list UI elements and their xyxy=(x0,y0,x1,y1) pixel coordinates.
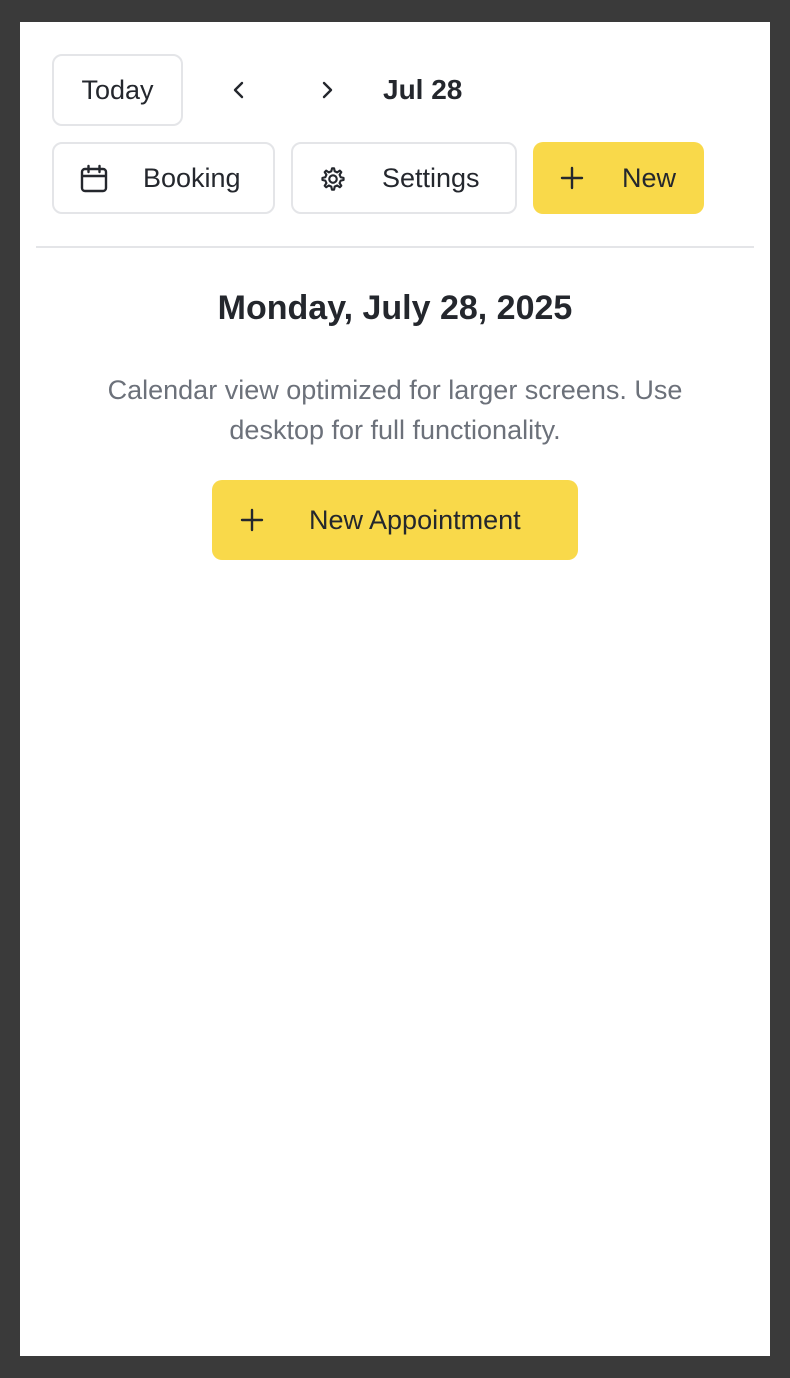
new-button[interactable]: New xyxy=(533,142,704,214)
new-appointment-button[interactable]: New Appointment xyxy=(212,480,578,560)
booking-button[interactable]: Booking xyxy=(52,142,275,214)
next-day-button[interactable] xyxy=(307,70,347,110)
desktop-notice: Calendar view optimized for larger scree… xyxy=(107,375,683,445)
calendar-icon xyxy=(79,164,109,194)
chevron-left-icon xyxy=(229,80,249,100)
plus-icon xyxy=(559,165,585,191)
chevron-right-icon xyxy=(317,80,337,100)
app-frame: Today Jul 28 Booking Settings New Monday… xyxy=(20,22,770,1356)
plus-icon xyxy=(239,507,265,533)
booking-button-label: Booking xyxy=(143,162,241,193)
new-appointment-label: New Appointment xyxy=(309,504,521,535)
previous-day-button[interactable] xyxy=(219,70,259,110)
header-divider xyxy=(36,246,754,248)
today-button-label: Today xyxy=(81,74,154,105)
settings-button[interactable]: Settings xyxy=(291,142,517,214)
today-button[interactable]: Today xyxy=(52,54,183,126)
new-button-label: New xyxy=(622,162,677,193)
day-title: Monday, July 28, 2025 xyxy=(217,289,573,327)
settings-button-label: Settings xyxy=(382,162,480,193)
gear-icon xyxy=(318,164,348,194)
current-date-label: Jul 28 xyxy=(383,74,463,105)
